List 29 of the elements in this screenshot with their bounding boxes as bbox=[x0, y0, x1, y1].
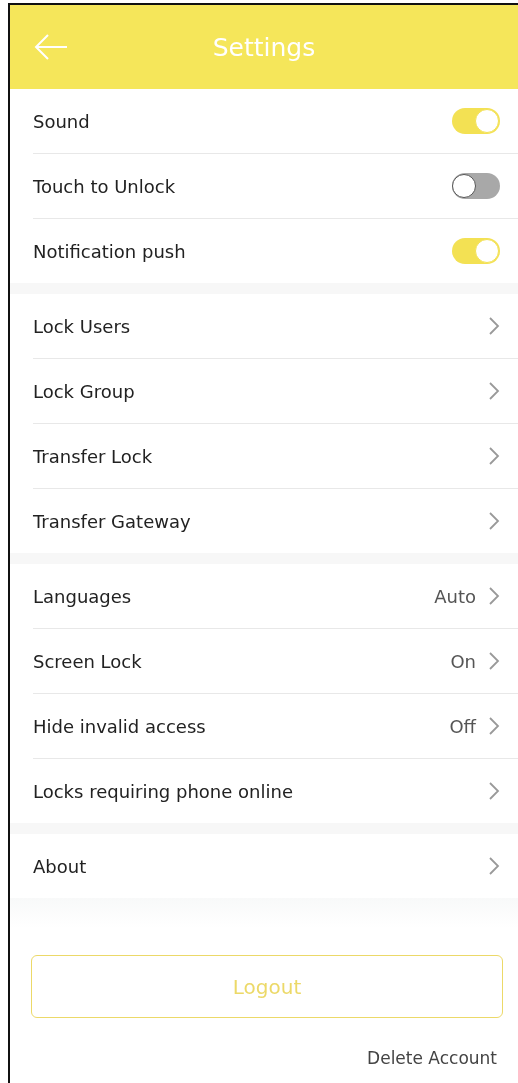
setting-value: Off bbox=[449, 715, 476, 737]
setting-label: Languages bbox=[33, 585, 133, 607]
setting-label: Locks requiring phone online bbox=[33, 780, 294, 802]
toggle-switch[interactable] bbox=[452, 238, 500, 264]
setting-label: Notification push bbox=[33, 240, 187, 262]
delete-account-link[interactable]: Delete Account bbox=[367, 1048, 497, 1068]
setting-label: Lock Users bbox=[33, 315, 132, 337]
setting-label: Touch to Unlock bbox=[33, 175, 177, 197]
chevron-right-icon[interactable] bbox=[488, 781, 500, 801]
chevron-right-icon[interactable] bbox=[488, 586, 500, 606]
setting-label: Hide invalid access bbox=[33, 715, 207, 737]
chevron-right-icon[interactable] bbox=[488, 446, 500, 466]
setting-label: Transfer Gateway bbox=[33, 510, 192, 532]
chevron-right-icon[interactable] bbox=[488, 651, 500, 671]
chevron-right-icon[interactable] bbox=[488, 316, 500, 336]
setting-label: Screen Lock bbox=[33, 650, 143, 672]
setting-value: On bbox=[450, 650, 476, 672]
setting-value: Auto bbox=[434, 585, 476, 607]
chevron-right-icon[interactable] bbox=[488, 856, 500, 876]
setting-label: Sound bbox=[33, 110, 91, 132]
setting-label: Transfer Lock bbox=[33, 445, 154, 467]
toggle-switch[interactable] bbox=[452, 173, 500, 199]
toggle-switch[interactable] bbox=[452, 108, 500, 134]
page-title: Settings bbox=[212, 32, 316, 62]
setting-label: Lock Group bbox=[33, 380, 136, 402]
chevron-right-icon[interactable] bbox=[488, 511, 500, 531]
setting-label: About bbox=[33, 855, 88, 877]
chevron-right-icon[interactable] bbox=[488, 716, 500, 736]
chevron-right-icon[interactable] bbox=[488, 381, 500, 401]
